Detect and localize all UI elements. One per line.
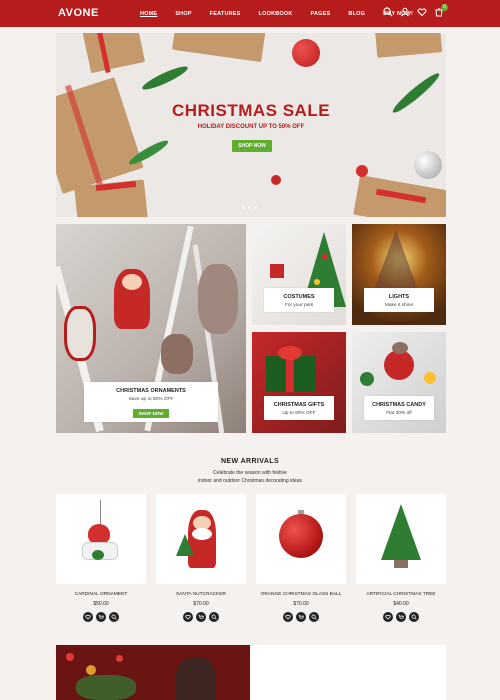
ornaments-subtitle: Save up to 50% OFF (128, 397, 174, 402)
hero-shop-now-button[interactable]: SHOP NOW (232, 140, 272, 152)
pine-branch (140, 62, 190, 94)
gift-box-image (172, 33, 266, 63)
product-card-image[interactable] (356, 494, 446, 584)
gifts-banner[interactable]: CHRISTMAS GIFTS Up to 60% OFF (252, 332, 346, 433)
ornaments-card: CHRISTMAS ORNAMENTS Save up to 50% OFF S… (84, 382, 218, 422)
zoom-icon[interactable] (409, 612, 419, 622)
hero-banner: CHRISTMAS SALE HOLIDAY DISCOUNT UP TO 50… (56, 33, 446, 217)
heart-icon[interactable] (383, 612, 393, 622)
product-price: $40.00 (393, 601, 409, 607)
product-card-image[interactable] (56, 494, 146, 584)
ornaments-title: CHRISTMAS ORNAMENTS (116, 388, 186, 394)
nav-blog[interactable]: BLOG (348, 11, 365, 17)
user-icon[interactable] (400, 7, 410, 17)
zoom-icon[interactable] (109, 612, 119, 622)
snowman-ornament-image (64, 306, 96, 361)
cart-icon[interactable] (196, 612, 206, 622)
candy-card: CHRISTMAS CANDY Flat 30% off (364, 396, 434, 420)
zoom-icon[interactable] (209, 612, 219, 622)
product-card-image[interactable] (156, 494, 246, 584)
nav-features[interactable]: FEATURES (210, 11, 241, 17)
artificial-tree-image (381, 504, 421, 560)
slider-dots[interactable] (242, 206, 257, 209)
heart-icon[interactable] (83, 612, 93, 622)
product-actions (156, 612, 246, 622)
header-icons: 0 (383, 4, 448, 17)
product-name[interactable]: SANTA NUTCRACKER (156, 592, 246, 597)
lights-subtitle: Make it shine (384, 303, 414, 308)
silver-ornament-ball (414, 151, 442, 179)
product-name[interactable]: CARDINAL ORNAMENT (56, 592, 146, 597)
ornaments-banner[interactable]: CHRISTMAS ORNAMENTS Save up to 50% OFF S… (56, 224, 246, 433)
gifts-title: CHRISTMAS GIFTS (273, 402, 325, 408)
cart-icon[interactable] (396, 612, 406, 622)
section-title: NEW ARRIVALS (220, 458, 280, 465)
cart-icon[interactable] (96, 612, 106, 622)
product-price: $70.00 (193, 601, 209, 607)
gift-box-image (374, 33, 443, 58)
reindeer-candy-image (384, 350, 414, 380)
nav-home[interactable]: HOME (140, 11, 157, 17)
heart-icon[interactable] (417, 7, 427, 17)
product-name[interactable]: ORANGE CHRISTMAS GLASS BALL (256, 592, 346, 597)
cardinal-ornament-image (88, 524, 110, 544)
cart-icon[interactable]: 0 (434, 4, 448, 17)
product-card-image[interactable] (256, 494, 346, 584)
nav-pages[interactable]: PAGES (311, 11, 331, 17)
reindeer-ornament-image (161, 334, 193, 374)
section-description: Celebrate the season with festive indoor… (198, 470, 302, 484)
gifts-card: CHRISTMAS GIFTS Up to 60% OFF (264, 396, 334, 420)
costumes-subtitle: For your pets (284, 303, 314, 308)
gifts-subtitle: Up to 60% OFF (282, 411, 316, 416)
gift-box-image (81, 33, 146, 74)
search-icon[interactable] (383, 7, 393, 17)
ornaments-shop-now-button[interactable]: SHOP NOW (132, 409, 170, 418)
promo-banner-image[interactable] (56, 645, 250, 700)
nav-shop[interactable]: SHOP (175, 11, 191, 17)
candy-title: CHRISTMAS CANDY (372, 402, 426, 408)
site-logo[interactable]: AVONE (58, 7, 99, 19)
candy-subtitle: Flat 30% off (386, 411, 412, 416)
product-price: $70.00 (293, 601, 309, 607)
costumes-banner[interactable]: COSTUMES For your pets (252, 224, 346, 325)
costumes-title: COSTUMES (283, 294, 315, 300)
glass-ball-image (279, 514, 323, 558)
costumes-card: COSTUMES For your pets (264, 288, 334, 312)
promo-banner-content (250, 645, 446, 700)
heart-icon[interactable] (183, 612, 193, 622)
top-navigation-bar: AVONE HOME SHOP FEATURES LOOKBOOK PAGES … (0, 0, 500, 27)
product-price: $50.00 (93, 601, 109, 607)
candy-banner[interactable]: CHRISTMAS CANDY Flat 30% off (352, 332, 446, 433)
lights-card: LIGHTS Make it shine (364, 288, 434, 312)
bear-ornament-image (198, 264, 238, 334)
hero-subtitle: HOLIDAY DISCOUNT UP TO 50% OFF (197, 124, 305, 130)
zoom-icon[interactable] (309, 612, 319, 622)
hero-title: CHRISTMAS SALE (171, 101, 331, 120)
product-name[interactable]: ARTIFICIAL CHRISTMAS TREE (356, 592, 446, 597)
product-actions (256, 612, 346, 622)
product-actions (56, 612, 146, 622)
heart-icon[interactable] (283, 612, 293, 622)
cart-icon[interactable] (296, 612, 306, 622)
lights-title: LIGHTS (388, 294, 410, 300)
lights-banner[interactable]: LIGHTS Make it shine (352, 224, 446, 325)
nav-lookbook[interactable]: LOOKBOOK (259, 11, 293, 17)
cart-count-badge: 0 (441, 4, 448, 11)
product-actions (356, 612, 446, 622)
red-ornament-ball (292, 39, 320, 67)
